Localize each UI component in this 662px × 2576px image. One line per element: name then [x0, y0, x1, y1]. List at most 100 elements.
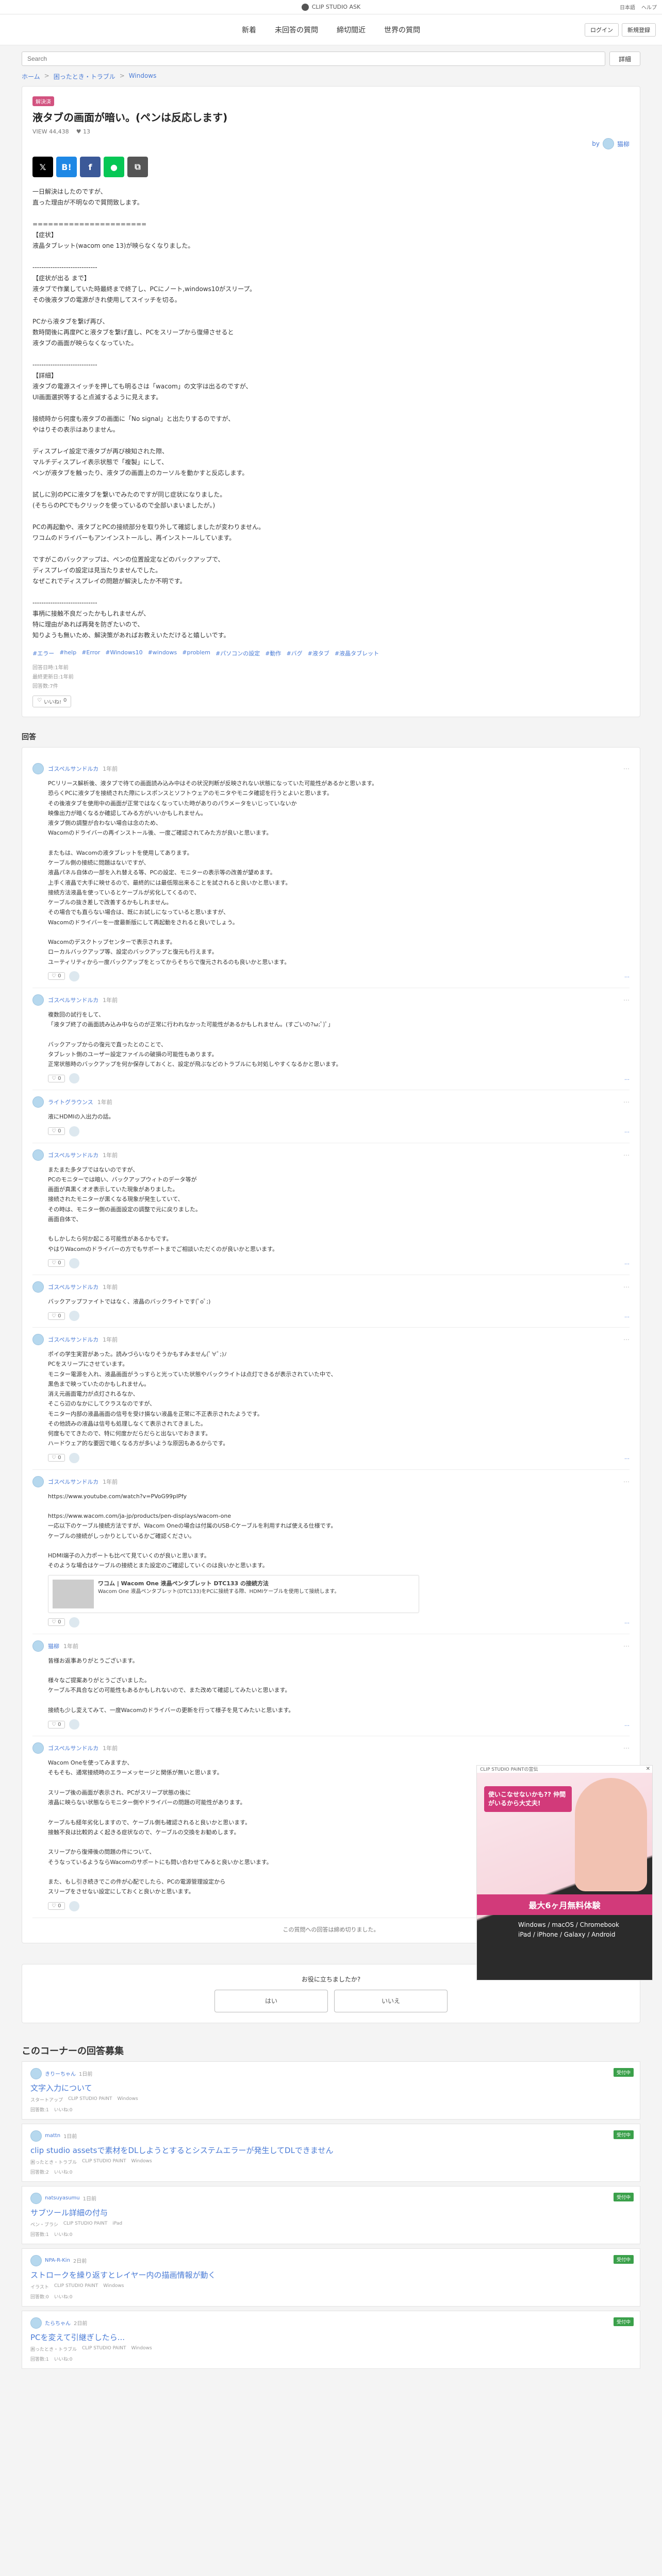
register-button[interactable]: 新規登録	[622, 23, 656, 37]
facebook-share-icon[interactable]: f	[80, 157, 101, 177]
tag-link[interactable]: #Error	[81, 649, 100, 657]
tag-link[interactable]: #バグ	[286, 649, 302, 657]
line-share-icon[interactable]: ●	[104, 157, 124, 177]
search-detail-button[interactable]: 詳細	[609, 52, 640, 66]
language-link[interactable]: 日本語	[620, 3, 635, 11]
ad-banner[interactable]: CLIP STUDIO PAINTの宣伝 ✕ 使いこなせないかも?? 仲間がいる…	[476, 1765, 653, 1980]
reaction-icon[interactable]	[69, 1719, 79, 1730]
hatena-share-icon[interactable]: B!	[56, 157, 77, 177]
related-user[interactable]: きりーちゃん	[45, 2070, 76, 2077]
like-button[interactable]: ♡ 0	[48, 1312, 65, 1320]
related-item[interactable]: たらちゃん 2日前 PCを変えて引継ぎしたら... 困ったとき・トラブル CLIP ST…	[22, 2310, 640, 2369]
like-button[interactable]: ♡ いいね! 0	[32, 696, 72, 707]
like-button[interactable]: ♡ 0	[48, 972, 65, 980]
search-input[interactable]	[22, 52, 605, 66]
avatar[interactable]	[30, 2317, 42, 2329]
more-link[interactable]: …	[624, 1455, 630, 1461]
related-tag[interactable]: Windows	[103, 2283, 124, 2290]
report-icon[interactable]: ⋯	[623, 1283, 630, 1291]
reaction-icon[interactable]	[69, 1617, 79, 1628]
reaction-icon[interactable]	[69, 1073, 79, 1084]
related-item[interactable]: NPA-R-Kin 2日前 ストロークを繰り返すとレイヤー内の描画情報が動く イラスト…	[22, 2248, 640, 2307]
x-share-icon[interactable]: 𝕏	[32, 157, 53, 177]
avatar[interactable]	[32, 1640, 44, 1652]
answer-user[interactable]: 猫柳	[48, 1642, 59, 1650]
answer-user[interactable]: ゴスペルサンドルカ	[48, 1335, 98, 1344]
report-icon[interactable]: ⋯	[623, 1744, 630, 1752]
like-button[interactable]: ♡ 0	[48, 1454, 65, 1462]
like-button[interactable]: ♡ 0	[48, 1127, 65, 1135]
related-item[interactable]: natsuyasumu 1日前 サブツール詳細の付与 ペン・ブラシ CLIP STUDI…	[22, 2185, 640, 2244]
related-tag[interactable]: ペン・ブラシ	[30, 2221, 58, 2228]
avatar[interactable]	[32, 1149, 44, 1161]
report-icon[interactable]: ⋯	[623, 1098, 630, 1106]
report-icon[interactable]: ⋯	[623, 765, 630, 772]
nav-new[interactable]: 新着	[242, 25, 256, 35]
like-button[interactable]: ♡ 0	[48, 1074, 65, 1082]
more-link[interactable]: …	[624, 973, 630, 979]
tag-link[interactable]: #エラー	[32, 649, 54, 657]
yes-button[interactable]: はい	[214, 1989, 328, 2012]
related-tag[interactable]: iPad	[112, 2221, 122, 2228]
related-tag[interactable]: CLIP STUDIO PAINT	[82, 2159, 126, 2165]
more-link[interactable]: …	[624, 1313, 630, 1319]
breadcrumb-windows[interactable]: Windows	[129, 72, 157, 81]
reaction-icon[interactable]	[69, 1901, 79, 1911]
more-link[interactable]: …	[624, 1260, 630, 1266]
avatar[interactable]	[32, 1096, 44, 1108]
help-link[interactable]: ヘルプ	[641, 3, 657, 11]
report-icon[interactable]: ⋯	[623, 1151, 630, 1159]
url-copy-icon[interactable]: ⧉	[127, 157, 148, 177]
avatar[interactable]	[32, 994, 44, 1006]
related-tag[interactable]: 困ったとき・トラブル	[30, 2159, 77, 2165]
related-tag[interactable]: Windows	[131, 2159, 152, 2165]
author-name[interactable]: 猫柳	[617, 140, 630, 148]
avatar[interactable]	[32, 1281, 44, 1293]
related-tag[interactable]: Windows	[117, 2096, 138, 2103]
report-icon[interactable]: ⋯	[623, 1478, 630, 1485]
answer-user[interactable]: ゴスペルサンドルカ	[48, 1283, 98, 1291]
like-button[interactable]: ♡ 0	[48, 1259, 65, 1267]
more-link[interactable]: …	[624, 1128, 630, 1134]
related-tag[interactable]: イラスト	[30, 2283, 49, 2290]
related-user[interactable]: NPA-R-Kin	[45, 2258, 70, 2263]
related-title[interactable]: clip studio assetsで素材をDLしようとするとシステムエラーが発…	[30, 2145, 632, 2156]
related-title[interactable]: ストロークを繰り返すとレイヤー内の描画情報が動く	[30, 2269, 632, 2280]
avatar[interactable]	[32, 763, 44, 774]
more-link[interactable]: …	[624, 1076, 630, 1081]
like-button[interactable]: ♡ 0	[48, 1902, 65, 1910]
tag-link[interactable]: #windows	[148, 649, 177, 657]
tag-link[interactable]: #Windows10	[105, 649, 142, 657]
related-tag[interactable]: Windows	[131, 2346, 152, 2352]
avatar[interactable]	[30, 2067, 42, 2079]
nav-unanswered[interactable]: 未回答の質問	[275, 25, 318, 35]
site-logo[interactable]: CLIP STUDIO ASK	[301, 3, 360, 11]
reaction-icon[interactable]	[69, 1126, 79, 1137]
tag-link[interactable]: #液タブ	[308, 649, 329, 657]
answer-user[interactable]: ゴスペルサンドルカ	[48, 1478, 98, 1486]
answer-user[interactable]: ゴスペルサンドルカ	[48, 765, 98, 773]
login-button[interactable]: ログイン	[585, 23, 619, 37]
avatar[interactable]	[30, 2130, 42, 2142]
no-button[interactable]: いいえ	[334, 1989, 448, 2012]
answer-user[interactable]: ゴスペルサンドルカ	[48, 1744, 98, 1752]
breadcrumb-home[interactable]: ホーム	[22, 72, 40, 81]
more-link[interactable]: …	[624, 1722, 630, 1727]
related-item[interactable]: mattn 1日前 clip studio assetsで素材をDLしようとするとシ…	[22, 2123, 640, 2182]
related-user[interactable]: mattn	[45, 2133, 60, 2139]
related-tag[interactable]: CLIP STUDIO PAINT	[54, 2283, 98, 2290]
breadcrumb-trouble[interactable]: 困ったとき・トラブル	[54, 72, 115, 81]
tag-link[interactable]: #液晶タブレット	[335, 649, 379, 657]
nav-world[interactable]: 世界の質問	[384, 25, 420, 35]
related-user[interactable]: たらちゃん	[45, 2319, 71, 2327]
avatar[interactable]	[32, 1334, 44, 1345]
more-link[interactable]: …	[624, 1619, 630, 1625]
reaction-icon[interactable]	[69, 1452, 79, 1463]
avatar[interactable]	[30, 2192, 42, 2204]
avatar[interactable]	[32, 1476, 44, 1487]
report-icon[interactable]: ⋯	[623, 1642, 630, 1650]
avatar[interactable]	[602, 138, 614, 149]
related-tag[interactable]: 困ったとき・トラブル	[30, 2346, 77, 2352]
link-preview[interactable]: ワコム | Wacom One 液晶ペンタブレット DTC133 の接続方法 Wa…	[48, 1574, 419, 1613]
related-tag[interactable]: CLIP STUDIO PAINT	[82, 2346, 126, 2352]
